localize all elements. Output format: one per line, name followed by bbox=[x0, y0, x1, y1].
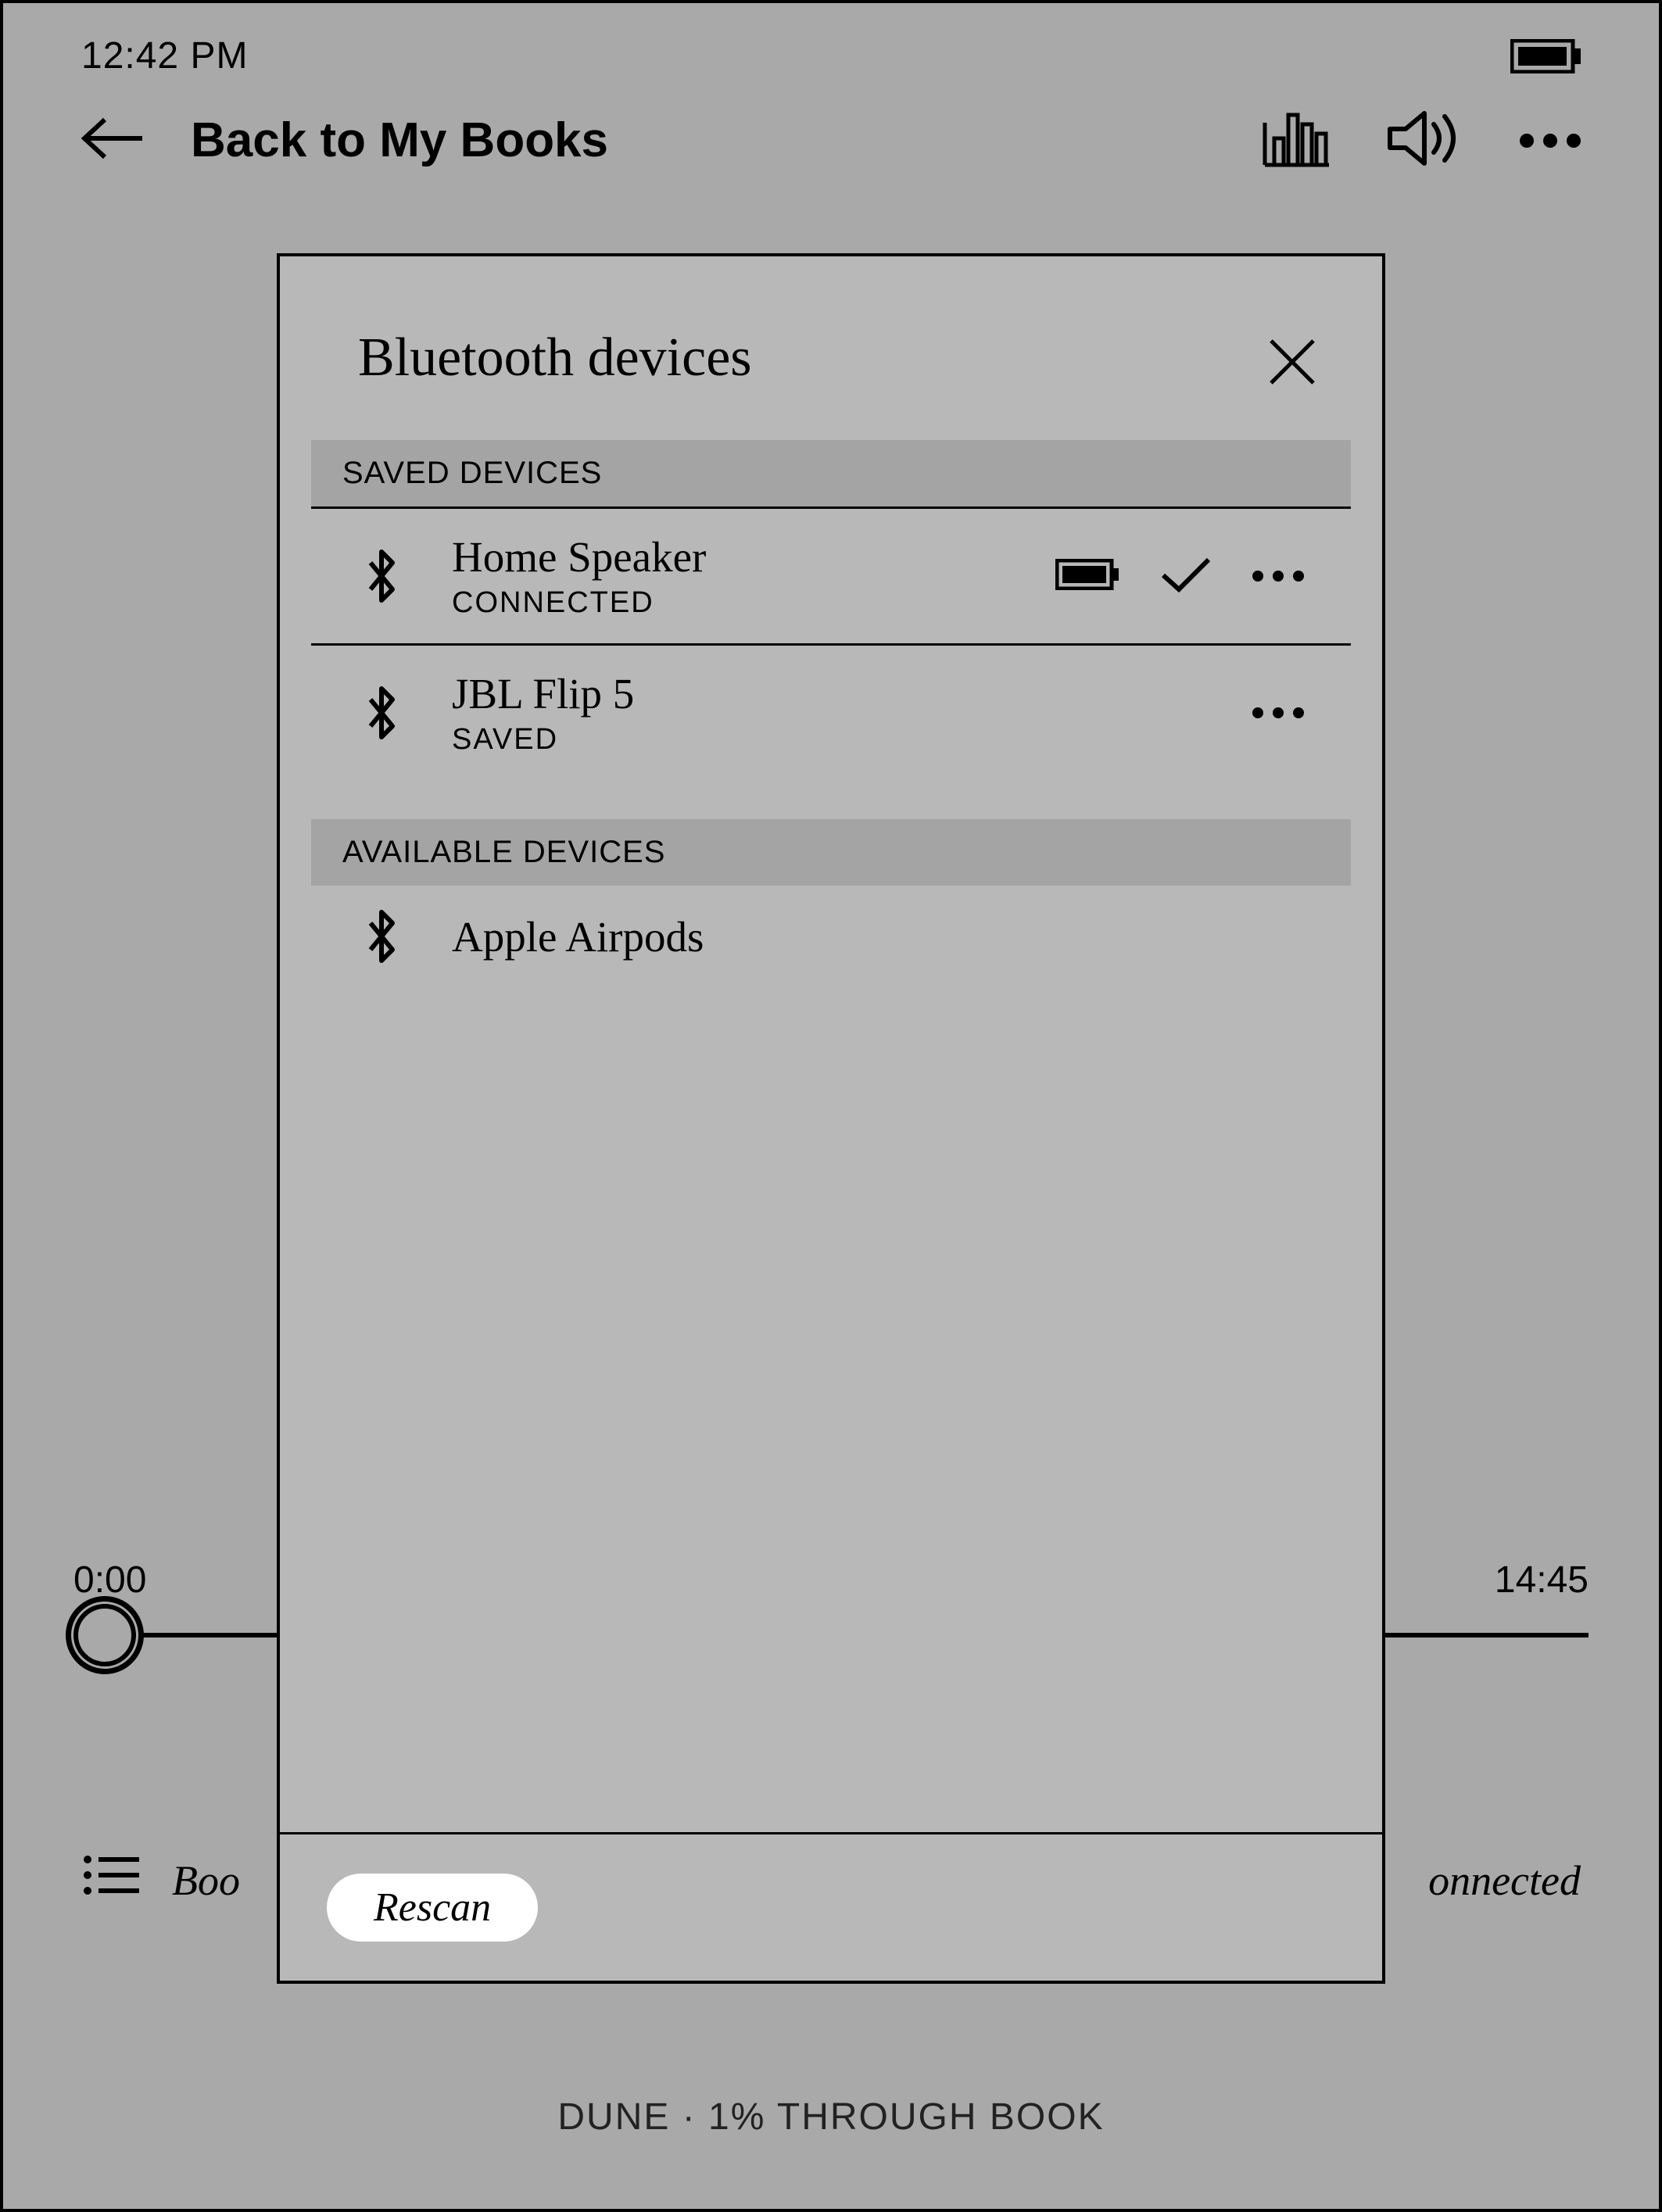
modal-footer: Rescan bbox=[280, 1832, 1382, 1981]
device-name: Apple Airpods bbox=[452, 912, 1304, 961]
device-row-home-speaker[interactable]: Home Speaker CONNECTED bbox=[311, 509, 1351, 646]
back-arrow-icon bbox=[81, 116, 144, 164]
bluetooth-modal: Bluetooth devices SAVED DEVICES Home Spe… bbox=[277, 253, 1385, 1984]
device-row-apple-airpods[interactable]: Apple Airpods bbox=[311, 886, 1351, 987]
rescan-button[interactable]: Rescan bbox=[327, 1874, 538, 1942]
device-status: SAVED bbox=[452, 723, 1221, 757]
book-summary: DUNE · 1% THROUGH BOOK bbox=[3, 2096, 1659, 2139]
elapsed-time: 0:00 bbox=[73, 1559, 146, 1602]
list-icon[interactable] bbox=[81, 1852, 141, 1909]
device-row-jbl-flip-5[interactable]: JBL Flip 5 SAVED bbox=[311, 646, 1351, 780]
status-bar: 12:42 PM bbox=[3, 3, 1659, 85]
remaining-time: 14:45 bbox=[1495, 1559, 1589, 1602]
volume-icon[interactable] bbox=[1387, 109, 1465, 172]
bluetooth-icon bbox=[358, 549, 405, 603]
device-more-icon[interactable] bbox=[1252, 707, 1304, 718]
more-icon[interactable] bbox=[1520, 134, 1581, 148]
device-name: Home Speaker bbox=[452, 532, 1024, 582]
battery-icon bbox=[1510, 39, 1581, 73]
back-button[interactable]: Back to My Books bbox=[81, 113, 1262, 168]
bluetooth-icon bbox=[358, 909, 405, 964]
device-name: JBL Flip 5 bbox=[452, 669, 1221, 718]
page-title: Back to My Books bbox=[191, 113, 608, 168]
available-devices-header: AVAILABLE DEVICES bbox=[311, 819, 1351, 886]
check-icon bbox=[1159, 555, 1213, 598]
device-more-icon[interactable] bbox=[1252, 571, 1304, 582]
device-status: CONNECTED bbox=[452, 586, 1024, 620]
top-nav: Back to My Books bbox=[3, 85, 1659, 203]
bluetooth-icon bbox=[358, 685, 405, 740]
battery-icon bbox=[1055, 559, 1119, 594]
close-button[interactable] bbox=[1257, 327, 1327, 401]
close-icon bbox=[1265, 379, 1320, 392]
equalizer-icon[interactable] bbox=[1262, 109, 1332, 172]
saved-devices-header: SAVED DEVICES bbox=[311, 440, 1351, 509]
bottom-left-text: Boo bbox=[172, 1856, 240, 1905]
bottom-right-text: onnected bbox=[1428, 1856, 1581, 1905]
modal-title: Bluetooth devices bbox=[358, 327, 752, 389]
progress-knob[interactable] bbox=[66, 1596, 144, 1674]
clock: 12:42 PM bbox=[81, 34, 248, 77]
